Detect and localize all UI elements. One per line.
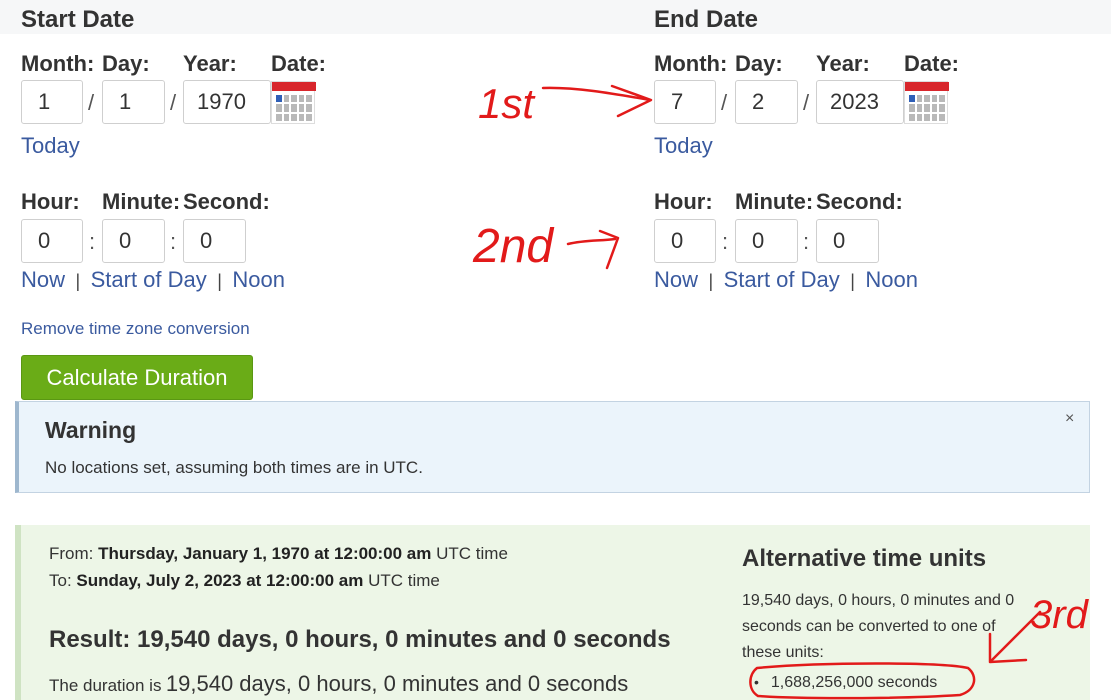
end-time-sep-1: : [722, 229, 729, 254]
end-date-sep-1: / [721, 90, 728, 115]
end-hour-label: Hour: [654, 189, 713, 214]
list-bullet: • [754, 674, 759, 690]
from-value: Thursday, January 1, 1970 at 12:00:00 am [98, 544, 432, 563]
end-minute-input[interactable] [735, 219, 798, 263]
start-minute-label: Minute: [102, 189, 181, 214]
alt-text-line-2: seconds can be converted to one of [742, 618, 996, 635]
end-day-label: Day: [735, 51, 783, 76]
start-year-input[interactable] [183, 80, 271, 124]
end-start-of-day-link[interactable]: Start of Day [724, 267, 840, 292]
start-day-label: Day: [102, 51, 150, 76]
start-date-label: Date: [271, 51, 327, 76]
duration-value: 19,540 days, 0 hours, 0 minutes and 0 se… [165, 671, 629, 696]
end-noon-link[interactable]: Noon [865, 267, 918, 292]
alt-text-line-3: these units: [742, 644, 824, 661]
end-date-heading: End Date [654, 6, 759, 33]
end-date-sep-2: / [803, 90, 810, 115]
start-second-label: Second: [183, 189, 270, 214]
start-now-link[interactable]: Now [21, 267, 65, 292]
annotation-arrowhead-2nd [598, 229, 620, 270]
annotation-arrowhead-1st [610, 84, 653, 118]
start-hour-input[interactable] [21, 219, 83, 263]
end-today-link[interactable]: Today [654, 133, 713, 159]
end-calendar-icon[interactable] [904, 81, 949, 124]
calculate-duration-button[interactable]: Calculate Duration [21, 355, 253, 400]
start-year-label: Year: [183, 51, 237, 76]
start-date-sep-1: / [88, 90, 95, 115]
from-suffix: UTC time [436, 544, 508, 563]
end-second-label: Second: [816, 189, 903, 214]
start-month-label: Month: [21, 51, 95, 76]
from-label: From: [49, 544, 94, 563]
end-month-input[interactable] [654, 80, 716, 124]
end-pipe-1: | [708, 271, 714, 291]
annotation-arrow-2nd [566, 237, 617, 246]
end-hour-input[interactable] [654, 219, 716, 263]
warning-box: Warning No locations set, assuming both … [15, 401, 1090, 493]
end-date-label: Date: [904, 51, 960, 76]
warning-message: No locations set, assuming both times ar… [45, 458, 423, 477]
end-pipe-2: | [850, 271, 855, 291]
start-time-links: Now | Start of Day | Noon [21, 267, 285, 293]
end-second-input[interactable] [816, 219, 879, 263]
start-date-sep-2: / [170, 90, 177, 115]
start-today-link[interactable]: Today [21, 133, 80, 159]
end-year-input[interactable] [816, 80, 904, 124]
end-minute-label: Minute: [735, 189, 814, 214]
start-minute-input[interactable] [102, 219, 165, 263]
remove-timezone-link[interactable]: Remove time zone conversion [21, 319, 250, 339]
start-time-sep-2: : [170, 229, 177, 254]
start-start-of-day-link[interactable]: Start of Day [91, 267, 207, 292]
alt-unit-seconds: 1,688,256,000 seconds [770, 674, 938, 691]
start-month-input[interactable] [21, 80, 83, 124]
result-from-line: From: Thursday, January 1, 1970 at 12:00… [49, 544, 508, 564]
result-to-line: To: Sunday, July 2, 2023 at 12:00:00 am … [49, 571, 440, 591]
warning-title: Warning [45, 417, 137, 443]
close-icon[interactable]: × [1065, 410, 1074, 428]
to-value: Sunday, July 2, 2023 at 12:00:00 am [76, 571, 364, 590]
start-second-input[interactable] [183, 219, 246, 263]
result-panel: From: Thursday, January 1, 1970 at 12:00… [15, 525, 1090, 700]
duration-line: The duration is 19,540 days, 0 hours, 0 … [49, 671, 628, 697]
start-pipe-2: | [217, 271, 222, 291]
annotation-arrow-1st [541, 86, 652, 102]
result-headline: Result: 19,540 days, 0 hours, 0 minutes … [49, 626, 671, 653]
start-calendar-icon[interactable] [271, 81, 316, 124]
start-noon-link[interactable]: Noon [232, 267, 285, 292]
end-month-label: Month: [654, 51, 728, 76]
alt-unit-list-item: • 1,688,256,000 seconds [754, 674, 937, 692]
end-day-input[interactable] [735, 80, 798, 124]
end-year-label: Year: [816, 51, 870, 76]
end-time-links: Now | Start of Day | Noon [654, 267, 918, 293]
start-day-input[interactable] [102, 80, 165, 124]
start-time-sep-1: : [89, 229, 96, 254]
top-band [0, 0, 1111, 34]
annotation-1st: 1st [478, 80, 536, 127]
end-now-link[interactable]: Now [654, 267, 698, 292]
duration-prefix: The duration is [49, 676, 162, 695]
start-hour-label: Hour: [21, 189, 80, 214]
end-time-sep-2: : [803, 229, 810, 254]
annotation-2nd: 2nd [472, 220, 554, 273]
to-suffix: UTC time [368, 571, 440, 590]
start-date-heading: Start Date [21, 6, 135, 33]
to-label: To: [49, 571, 72, 590]
alternative-units-heading: Alternative time units [742, 545, 987, 572]
start-pipe-1: | [75, 271, 81, 291]
alt-text-line-1: 19,540 days, 0 hours, 0 minutes and 0 [742, 592, 1015, 609]
alternative-units-text: 19,540 days, 0 hours, 0 minutes and 0 se… [742, 588, 1014, 666]
